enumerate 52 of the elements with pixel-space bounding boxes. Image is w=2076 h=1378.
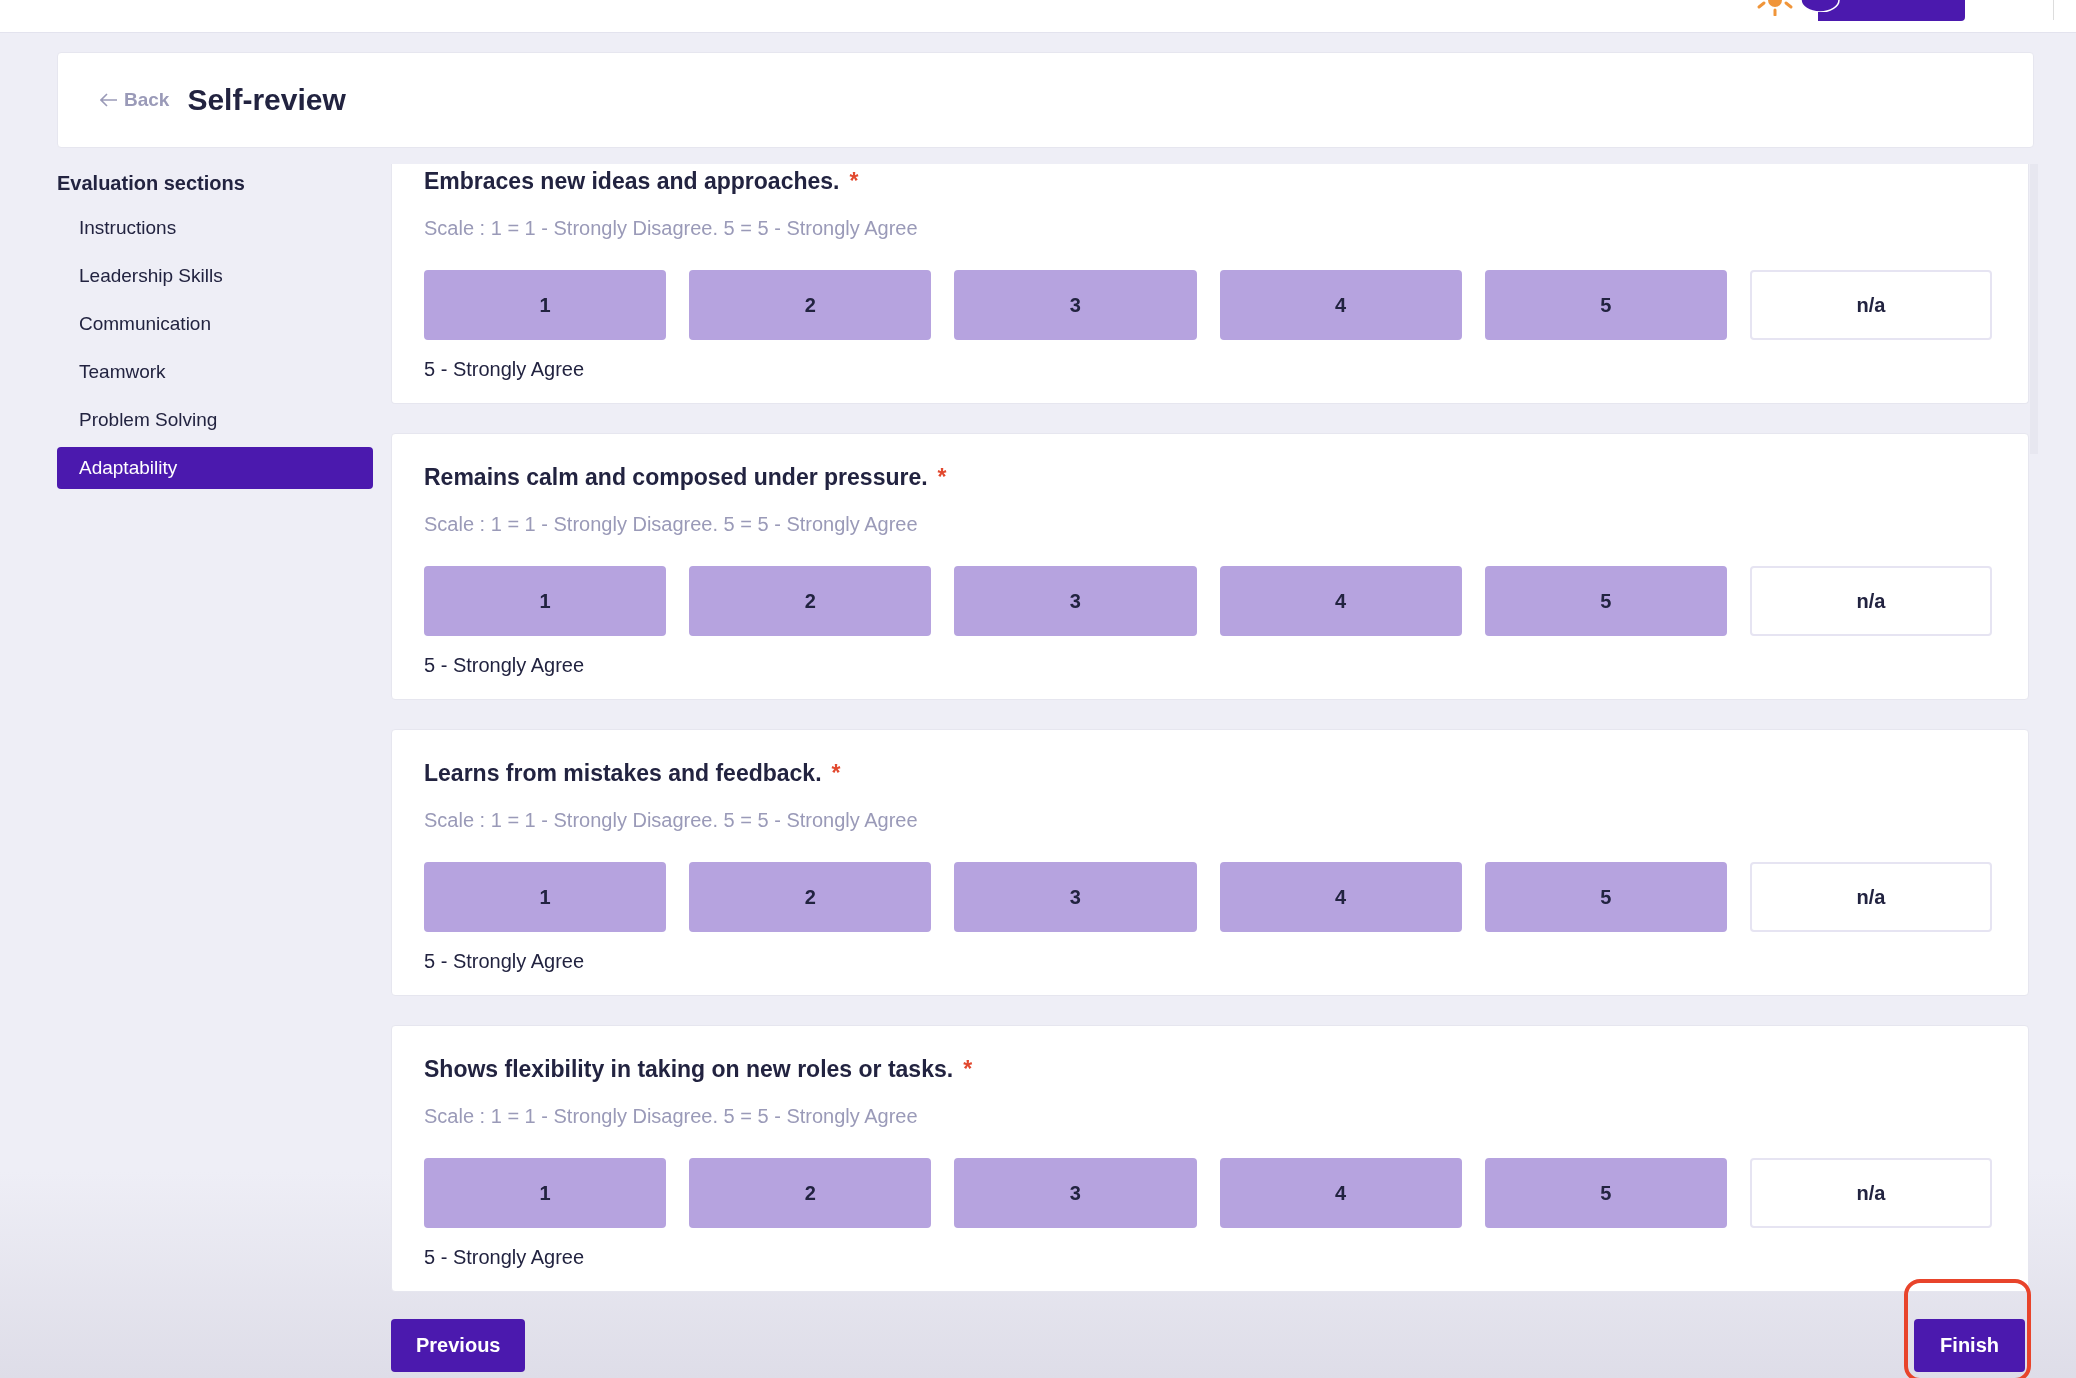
rating-option[interactable]: 2 (689, 862, 932, 932)
rating-option[interactable]: 1 (424, 862, 667, 932)
rating-option[interactable]: 4 (1219, 862, 1462, 932)
required-mark: * (831, 760, 841, 787)
sidebar-item[interactable]: Adaptability (57, 447, 373, 489)
selected-answer: 5 - Strongly Agree (424, 654, 586, 677)
rating-option[interactable]: 4 (1219, 566, 1462, 636)
scale-description: Scale : 1 = 1 - Strongly Disagree. 5 = 5 - Strongly Agree (424, 809, 919, 832)
previous-button[interactable]: Previous (391, 1319, 526, 1372)
selected-answer: 5 - Strongly Agree (424, 358, 586, 381)
required-mark: * (937, 464, 947, 491)
rating-option[interactable]: n/a (1749, 566, 1993, 636)
rating-option[interactable]: 1 (424, 270, 667, 340)
required-mark: * (849, 168, 859, 195)
rating-option[interactable]: 3 (954, 270, 1197, 340)
finish-button[interactable]: Finish (1914, 1319, 2025, 1372)
page-title: Self-review (187, 83, 346, 117)
sidebar-item[interactable]: Instructions (57, 207, 373, 249)
selected-answer: 5 - Strongly Agree (424, 1246, 586, 1269)
scale-description: Scale : 1 = 1 - Strongly Disagree. 5 = 5 - Strongly Agree (424, 1105, 919, 1128)
rating-option[interactable]: 4 (1219, 1158, 1462, 1228)
selected-answer: 5 - Strongly Agree (424, 950, 586, 973)
rating-option[interactable]: 4 (1219, 270, 1462, 340)
rating-option[interactable]: 2 (689, 1158, 932, 1228)
rating-option[interactable]: 2 (689, 566, 932, 636)
arrow-left-icon (100, 93, 118, 107)
rating-option[interactable]: 1 (424, 1158, 667, 1228)
rating-option[interactable]: n/a (1749, 270, 1993, 340)
sidebar-item[interactable]: Leadership Skills (57, 255, 373, 297)
rating-option[interactable]: n/a (1749, 862, 1993, 932)
rating-option[interactable]: 3 (954, 566, 1197, 636)
question-title: Remains calm and composed under pressure. (424, 464, 928, 491)
sidebar-title: Evaluation sections (57, 172, 246, 195)
sidebar-item[interactable]: Problem Solving (57, 399, 373, 441)
rating-option[interactable]: 1 (424, 566, 667, 636)
rating-option[interactable]: 5 (1484, 566, 1727, 636)
scale-description: Scale : 1 = 1 - Strongly Disagree. 5 = 5 - Strongly Agree (424, 513, 919, 536)
rating-option[interactable]: 2 (689, 270, 932, 340)
sidebar-item[interactable]: Teamwork (57, 351, 373, 393)
sidebar-item[interactable]: Communication (57, 303, 373, 345)
rating-option[interactable]: 5 (1484, 1158, 1727, 1228)
rating-option[interactable]: 5 (1484, 862, 1727, 932)
required-mark: * (963, 1056, 973, 1083)
sun-icon (1755, 0, 1795, 16)
question-title: Learns from mistakes and feedback. (424, 760, 822, 787)
rating-option[interactable]: 5 (1484, 270, 1727, 340)
question-title: Embraces new ideas and approaches. (424, 168, 840, 195)
rating-option[interactable]: 3 (954, 1158, 1197, 1228)
question-title: Shows flexibility in taking on new roles or tasks. (424, 1056, 954, 1083)
scale-description: Scale : 1 = 1 - Strongly Disagree. 5 = 5 - Strongly Agree (424, 217, 919, 240)
rating-option[interactable]: n/a (1749, 1158, 1993, 1228)
rating-option[interactable]: 3 (954, 862, 1197, 932)
